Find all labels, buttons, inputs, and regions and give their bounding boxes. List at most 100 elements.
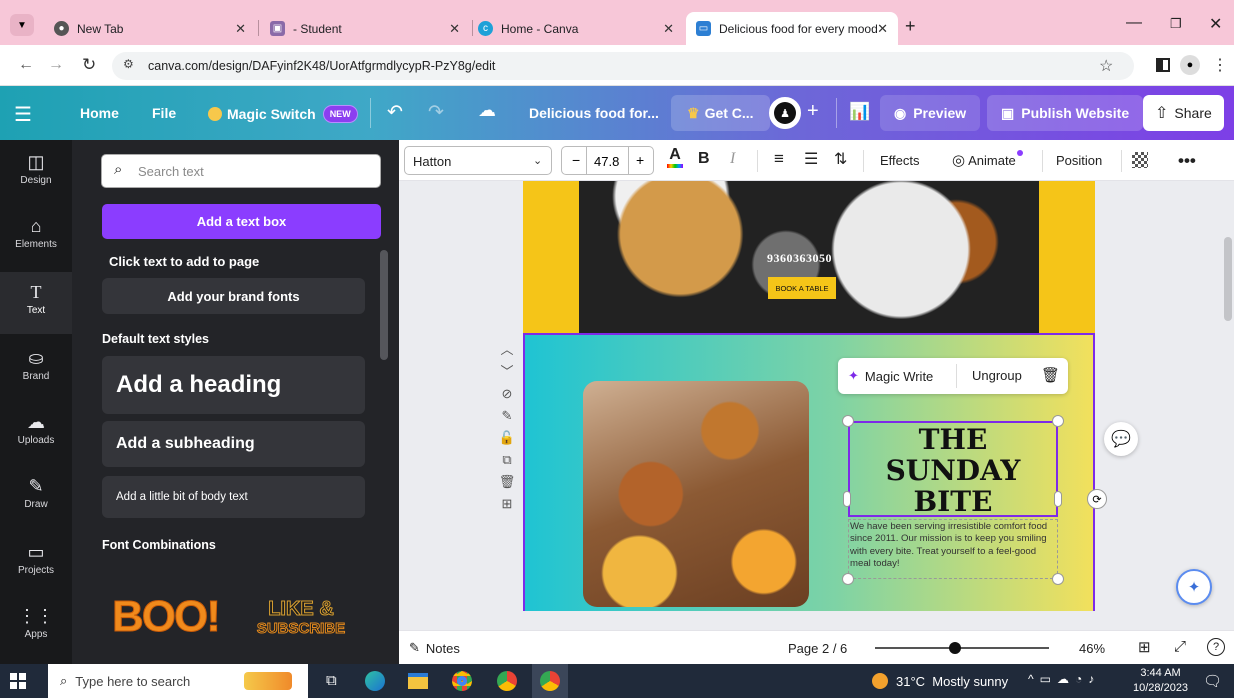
font-combo-subscribe[interactable]: LIKE & SUBSCRIBE [246, 598, 356, 638]
rail-text[interactable]: T Text [0, 272, 72, 334]
search-input[interactable]: ⌕ Search text [101, 154, 381, 188]
back-icon[interactable]: ← [18, 56, 34, 74]
hide-page-icon[interactable]: ⊘ [495, 383, 519, 405]
file-button[interactable]: File [152, 105, 176, 121]
font-size-stepper[interactable]: − 47.8 + [561, 146, 654, 175]
add-brand-fonts-button[interactable]: Add your brand fonts [102, 278, 365, 314]
add-body-text-button[interactable]: Add a little bit of body text [102, 476, 365, 518]
close-icon[interactable]: ✕ [235, 21, 246, 37]
get-canva-pro-button[interactable]: ♛ Get C... [671, 95, 770, 131]
profile-avatar[interactable]: ● [1180, 55, 1200, 75]
weather-widget[interactable]: 31°C Mostly sunny [872, 673, 1008, 689]
menu-icon[interactable]: ☰ [14, 102, 32, 127]
share-button[interactable]: ⇧ Share [1143, 95, 1224, 131]
move-up-icon[interactable]: ︿ [495, 339, 519, 361]
title-text-box[interactable]: THE SUNDAY BITE [848, 421, 1058, 517]
undo-icon[interactable]: ↶ [387, 101, 403, 124]
tab-search-button[interactable]: ▼ [10, 14, 34, 36]
add-text-box-button[interactable]: Add a text box [102, 204, 381, 239]
sidepanel-icon[interactable] [1156, 58, 1170, 72]
preview-button[interactable]: ◉ Preview [880, 95, 981, 131]
resize-handle[interactable] [1052, 573, 1064, 585]
rail-draw[interactable]: ✎ Draw [0, 476, 72, 526]
add-notes-icon[interactable]: ✎ [495, 405, 519, 427]
chrome-icon-2[interactable] [497, 671, 517, 691]
resize-handle[interactable] [843, 491, 851, 507]
clock[interactable]: 3:44 AM 10/28/2023 [1133, 666, 1188, 696]
file-explorer-icon[interactable] [408, 673, 428, 689]
site-settings-icon[interactable]: ⚙ [123, 57, 134, 71]
restore-button[interactable]: ❐ [1170, 16, 1182, 32]
rail-apps[interactable]: ⋮⋮ Apps [0, 606, 72, 656]
chrome-icon-1[interactable] [452, 671, 472, 691]
url-bar[interactable]: ⚙ canva.com/design/DAFyinf2K48/UorAtfgrm… [112, 52, 1134, 80]
line-spacing-icon[interactable]: ⇅ [834, 149, 847, 169]
panel-scrollbar[interactable] [380, 250, 388, 360]
tab-student[interactable]: ▣ - Student ✕ [260, 12, 470, 45]
task-view-icon[interactable]: ⧉ [326, 672, 337, 689]
text-color-button[interactable]: A [667, 146, 683, 168]
magic-assistant-button[interactable]: ✦ [1176, 569, 1212, 605]
zoom-slider[interactable] [875, 642, 1049, 654]
resize-handle[interactable] [1054, 491, 1062, 507]
publish-website-button[interactable]: ▣ Publish Website [987, 95, 1144, 131]
add-subheading-button[interactable]: Add a subheading [102, 421, 365, 467]
magic-write-button[interactable]: ✦ Magic Write [848, 368, 933, 384]
duplicate-page-icon[interactable]: ⧉ [495, 449, 519, 471]
close-window-button[interactable]: ✕ [1209, 14, 1222, 34]
ungroup-button[interactable]: Ungroup [972, 368, 1022, 383]
help-icon[interactable]: ? [1207, 638, 1225, 656]
phone-number[interactable]: 9360363050 [767, 251, 832, 266]
page-1-banner[interactable]: 9360363050 BOOK A TABLE [523, 181, 1095, 333]
home-button[interactable]: Home [80, 105, 119, 121]
system-tray-icons[interactable]: ^▭☁◔♪ [1028, 672, 1100, 686]
font-size-value[interactable]: 47.8 [594, 154, 619, 169]
new-tab-button[interactable]: + [905, 16, 916, 37]
rail-design[interactable]: ◫ Design [0, 152, 72, 202]
transparency-icon[interactable] [1132, 152, 1148, 168]
zoom-slider-thumb[interactable] [948, 642, 961, 654]
magic-switch-button[interactable]: Magic Switch NEW [208, 105, 358, 123]
rail-uploads[interactable]: ☁ Uploads [0, 412, 72, 462]
rotate-handle[interactable]: ⟳ [1087, 489, 1107, 509]
burger-photo[interactable] [583, 381, 809, 607]
reload-icon[interactable]: ↻ [82, 55, 96, 75]
resize-handle[interactable] [842, 573, 854, 585]
italic-button[interactable]: I [730, 150, 735, 168]
user-avatar[interactable]: ♟ [769, 97, 801, 129]
canvas-scrollbar[interactable] [1224, 237, 1232, 321]
tab-delicious-food[interactable]: ▭ Delicious food for every mood ✕ [686, 12, 898, 45]
close-icon[interactable]: ✕ [449, 21, 460, 37]
document-title[interactable]: Delicious food for... [529, 105, 659, 121]
redo-icon[interactable]: ↷ [428, 101, 444, 124]
font-combo-boo[interactable]: BOO! [112, 592, 222, 642]
body-text-box[interactable]: We have been serving irresistible comfor… [848, 519, 1058, 579]
browser-menu-icon[interactable]: ⋮ [1212, 55, 1228, 75]
zoom-value[interactable]: 46% [1079, 641, 1105, 656]
comment-button[interactable]: 💬 [1104, 422, 1138, 456]
windows-start-icon[interactable] [10, 673, 26, 689]
resize-handle[interactable] [842, 415, 854, 427]
page-indicator[interactable]: Page 2 / 6 [788, 641, 847, 656]
add-heading-button[interactable]: Add a heading [102, 356, 365, 414]
chrome-icon-3[interactable] [532, 664, 568, 698]
add-page-icon[interactable]: ⊞ [495, 493, 519, 515]
delete-page-icon[interactable]: 🗑 [495, 471, 519, 493]
forward-icon[interactable]: → [48, 56, 64, 74]
bold-button[interactable]: B [698, 150, 710, 168]
more-options-icon[interactable]: ••• [1178, 151, 1196, 171]
book-table-button[interactable]: BOOK A TABLE [768, 277, 836, 299]
notes-button[interactable]: ✎ Notes [409, 640, 460, 656]
close-icon[interactable]: ✕ [663, 21, 674, 37]
rail-brand[interactable]: ⛀ Brand [0, 348, 72, 398]
trash-icon[interactable]: 🗑 [1041, 366, 1060, 384]
move-down-icon[interactable]: ﹀ [495, 361, 519, 383]
minimize-button[interactable]: — [1126, 14, 1142, 32]
rail-projects[interactable]: ▭ Projects [0, 542, 72, 592]
bookmark-star-icon[interactable]: ☆ [1099, 56, 1113, 76]
grid-view-icon[interactable]: ⊞ [1138, 638, 1151, 656]
page-2[interactable]: ✦ Magic Write Ungroup 🗑 THE SUNDAY BITE … [523, 333, 1107, 613]
position-button[interactable]: Position [1056, 153, 1102, 168]
edge-icon[interactable] [365, 671, 385, 691]
notifications-icon[interactable]: 🗨 [1203, 672, 1222, 690]
